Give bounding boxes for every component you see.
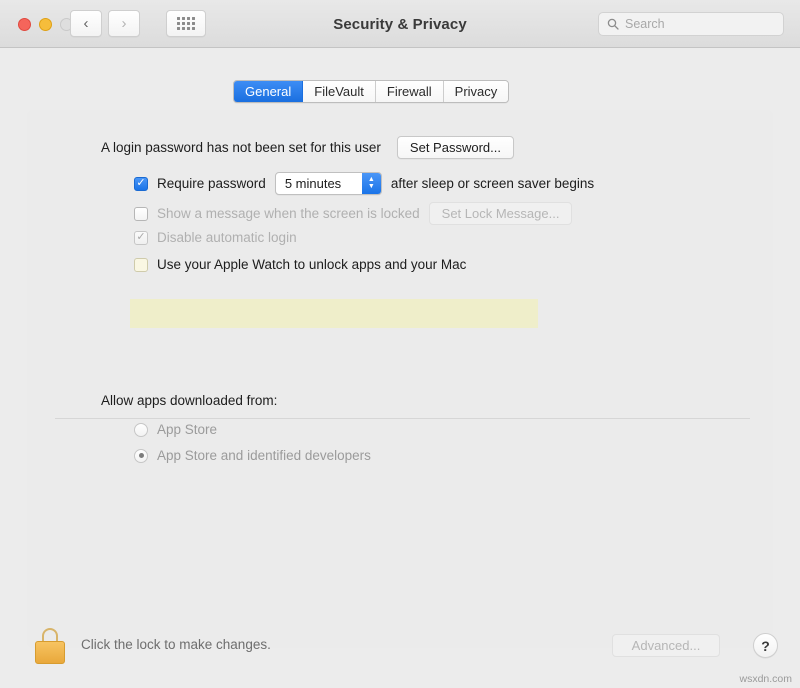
set-lock-message-button: Set Lock Message...: [429, 202, 573, 225]
apple-watch-label: Use your Apple Watch to unlock apps and …: [157, 257, 466, 272]
require-password-row: ✓ Require password 5 minutes ▲ ▼ after s…: [134, 172, 594, 195]
interval-value: 5 minutes: [276, 173, 362, 194]
require-password-checkbox[interactable]: ✓: [134, 177, 148, 191]
tab-general[interactable]: General: [234, 81, 303, 102]
stepper-down-icon[interactable]: ▼: [368, 184, 375, 190]
login-password-row: A login password has not been set for th…: [101, 136, 514, 159]
identified-developers-label: App Store and identified developers: [157, 448, 371, 463]
disable-auto-login-label: Disable automatic login: [157, 230, 297, 245]
search-field[interactable]: Search: [598, 12, 784, 36]
tab-privacy[interactable]: Privacy: [444, 81, 509, 102]
search-placeholder: Search: [625, 17, 665, 31]
advanced-button: Advanced...: [612, 634, 720, 657]
require-password-interval-stepper[interactable]: 5 minutes ▲ ▼: [275, 172, 382, 195]
gatekeeper-heading: Allow apps downloaded from:: [101, 393, 277, 408]
help-button[interactable]: ?: [753, 633, 778, 658]
lock-body-icon: [35, 641, 65, 664]
section-divider: [55, 418, 750, 419]
tab-filevault[interactable]: FileVault: [303, 81, 376, 102]
require-password-label: Require password: [157, 176, 266, 191]
window-titlebar: ‹ › Security & Privacy Search: [0, 0, 800, 48]
tab-bar: General FileVault Firewall Privacy: [233, 80, 509, 103]
tab-firewall[interactable]: Firewall: [376, 81, 444, 102]
lock-hint-text: Click the lock to make changes.: [81, 637, 271, 652]
security-privacy-window: ‹ › Security & Privacy Search: [0, 0, 800, 688]
gatekeeper-heading-row: Allow apps downloaded from:: [101, 393, 277, 408]
lock-message-checkbox: [134, 207, 148, 221]
apple-watch-row[interactable]: Use your Apple Watch to unlock apps and …: [134, 257, 466, 272]
gatekeeper-option-app-store: App Store: [134, 422, 217, 437]
disable-auto-login-row: ✓ Disable automatic login: [134, 230, 297, 245]
search-icon: [607, 18, 619, 30]
watermark: wsxdn.com: [739, 673, 792, 685]
stepper-arrows-icon[interactable]: ▲ ▼: [362, 173, 381, 194]
app-store-radio: [134, 423, 148, 437]
require-password-suffix: after sleep or screen saver begins: [391, 176, 594, 191]
gatekeeper-option-identified-developers: App Store and identified developers: [134, 448, 371, 463]
lock-message-row: Show a message when the screen is locked…: [134, 202, 572, 225]
lock-button[interactable]: [33, 628, 67, 666]
apple-watch-checkbox[interactable]: [134, 258, 148, 272]
app-store-label: App Store: [157, 422, 217, 437]
set-password-button[interactable]: Set Password...: [397, 136, 514, 159]
apple-watch-highlight: [130, 299, 538, 328]
identified-developers-radio: [134, 449, 148, 463]
login-password-status: A login password has not been set for th…: [101, 140, 381, 155]
lock-message-label: Show a message when the screen is locked: [157, 206, 420, 221]
preferences-content: General FileVault Firewall Privacy A log…: [0, 48, 800, 688]
disable-auto-login-checkbox: ✓: [134, 231, 148, 245]
